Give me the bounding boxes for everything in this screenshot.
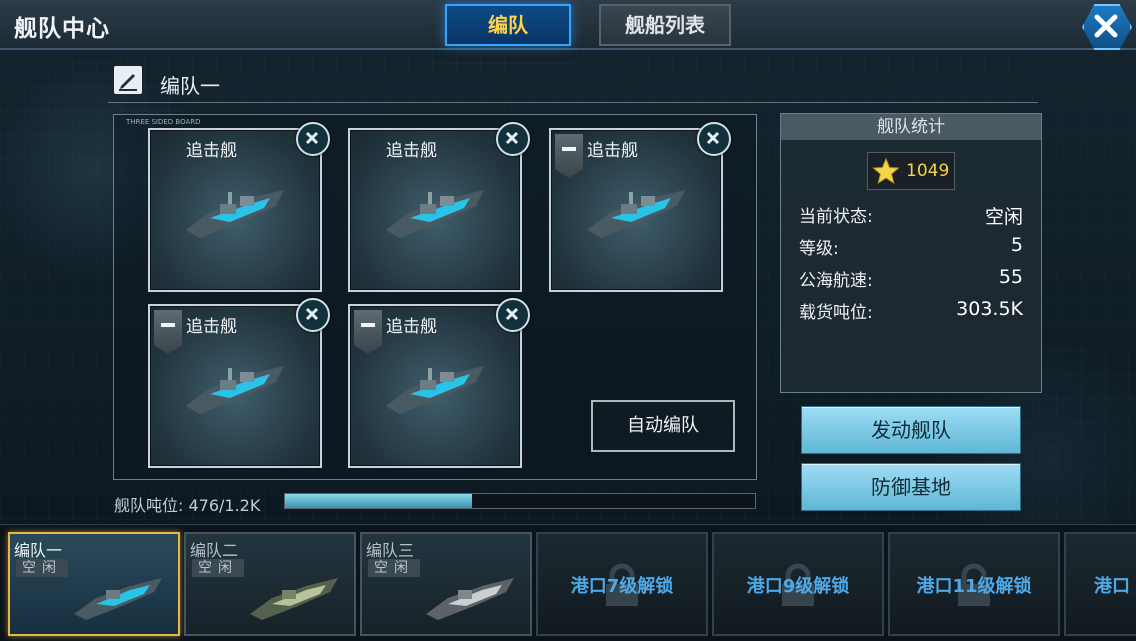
- ship-card-3[interactable]: 追击舰: [549, 122, 731, 292]
- ship-name: 追击舰: [186, 141, 237, 161]
- stat-row-cargo: 载货吨位: 303.5K: [799, 298, 1023, 324]
- power-badge: 1049: [867, 152, 955, 190]
- stat-label: 载货吨位:: [799, 303, 873, 323]
- slot-status: 空闲: [16, 559, 68, 577]
- power-value: 1049: [906, 161, 950, 181]
- ship-name: 追击舰: [186, 317, 237, 337]
- stat-label: 公海航速:: [799, 271, 873, 291]
- ship-card-5[interactable]: 追击舰: [348, 298, 530, 468]
- remove-icon: [505, 131, 519, 145]
- unlock-requirement: 港口11级解锁: [916, 576, 1032, 597]
- ship-image: [186, 366, 284, 414]
- fleet-slot-bar: 编队一 空闲 编队二 空闲 编队三 空闲 港口7级解锁 港口9级解锁 港口11级…: [0, 524, 1136, 641]
- slot-status: 空闲: [192, 559, 244, 577]
- unlock-requirement: 港口7级解锁: [570, 576, 674, 597]
- slot-name: 编队三: [366, 541, 415, 560]
- fleet-slot-2[interactable]: 编队二 空闲: [184, 532, 356, 636]
- stat-row-level: 等级: 5: [799, 234, 1023, 260]
- tonnage-bar: [284, 493, 756, 509]
- ship-image: [386, 190, 484, 238]
- remove-icon: [706, 131, 720, 145]
- ship-image: [587, 190, 685, 238]
- fleet-stats-panel: 舰队统计 1049 当前状态: 空闲 等级: 5 公海航速: 55 载货吨位: …: [780, 113, 1042, 393]
- stat-label: 当前状态:: [799, 207, 873, 227]
- ship-image: [426, 578, 514, 620]
- ship-image: [186, 190, 284, 238]
- remove-button[interactable]: [296, 122, 330, 156]
- tab-ship-list[interactable]: 舰船列表: [599, 4, 731, 46]
- remove-button[interactable]: [296, 298, 330, 332]
- stat-value: 55: [998, 266, 1023, 288]
- fleet-slot-3[interactable]: 编队三 空闲: [360, 532, 532, 636]
- page-title: 舰队中心: [14, 16, 110, 42]
- minus-tag-icon[interactable]: [354, 310, 382, 354]
- edit-icon[interactable]: [114, 66, 142, 94]
- defend-base-button[interactable]: 防御基地: [801, 463, 1021, 511]
- ship-image: [386, 366, 484, 414]
- slot-name: 编队一: [14, 541, 63, 560]
- remove-button[interactable]: [496, 122, 530, 156]
- unlock-requirement: 港口: [1094, 576, 1130, 597]
- close-icon: [1094, 14, 1118, 38]
- stat-row-speed: 公海航速: 55: [799, 266, 1023, 292]
- slot-status: 空闲: [368, 559, 420, 577]
- locked-slot-4[interactable]: 港口: [1064, 532, 1136, 636]
- minus-tag-icon[interactable]: [555, 134, 583, 178]
- remove-button[interactable]: [496, 298, 530, 332]
- locked-slot-1[interactable]: 港口7级解锁: [536, 532, 708, 636]
- stat-value: 303.5K: [956, 298, 1023, 320]
- stat-row-status: 当前状态: 空闲: [799, 202, 1023, 228]
- ship-name: 追击舰: [386, 141, 437, 161]
- ship-image: [74, 578, 162, 620]
- remove-icon: [305, 307, 319, 321]
- ship-card-1[interactable]: 追击舰: [148, 122, 330, 292]
- ship-name: 追击舰: [386, 317, 437, 337]
- fleet-tonnage-label: 舰队吨位: 476/1.2K: [114, 496, 261, 515]
- remove-icon: [505, 307, 519, 321]
- stat-value: 空闲: [984, 206, 1023, 228]
- tab-formation[interactable]: 编队: [445, 4, 571, 46]
- ship-card-2[interactable]: 追击舰: [348, 122, 530, 292]
- locked-slot-2[interactable]: 港口9级解锁: [712, 532, 884, 636]
- grid-label: THREE SIDED BOARD: [126, 118, 201, 126]
- locked-slot-3[interactable]: 港口11级解锁: [888, 532, 1060, 636]
- fleet-header: 编队一: [108, 62, 1038, 103]
- fleet-slot-1[interactable]: 编队一 空闲: [8, 532, 180, 636]
- tonnage-bar-fill: [285, 494, 472, 508]
- remove-icon: [305, 131, 319, 145]
- minus-tag-icon[interactable]: [154, 310, 182, 354]
- stat-label: 等级:: [799, 239, 839, 259]
- ship-name: 追击舰: [587, 141, 638, 161]
- close-button[interactable]: [1082, 4, 1132, 50]
- unlock-requirement: 港口9级解锁: [746, 576, 850, 597]
- star-icon: [872, 157, 900, 185]
- launch-fleet-button[interactable]: 发动舰队: [801, 406, 1021, 454]
- auto-formation-button[interactable]: 自动编队: [591, 400, 735, 452]
- stats-title: 舰队统计: [781, 114, 1041, 140]
- slot-name: 编队二: [190, 541, 239, 560]
- ship-image: [250, 578, 338, 620]
- fleet-name: 编队一: [160, 74, 220, 98]
- ship-card-4[interactable]: 追击舰: [148, 298, 330, 468]
- remove-button[interactable]: [697, 122, 731, 156]
- top-bar: 舰队中心 编队 舰船列表: [0, 0, 1136, 50]
- stat-value: 5: [1010, 234, 1023, 256]
